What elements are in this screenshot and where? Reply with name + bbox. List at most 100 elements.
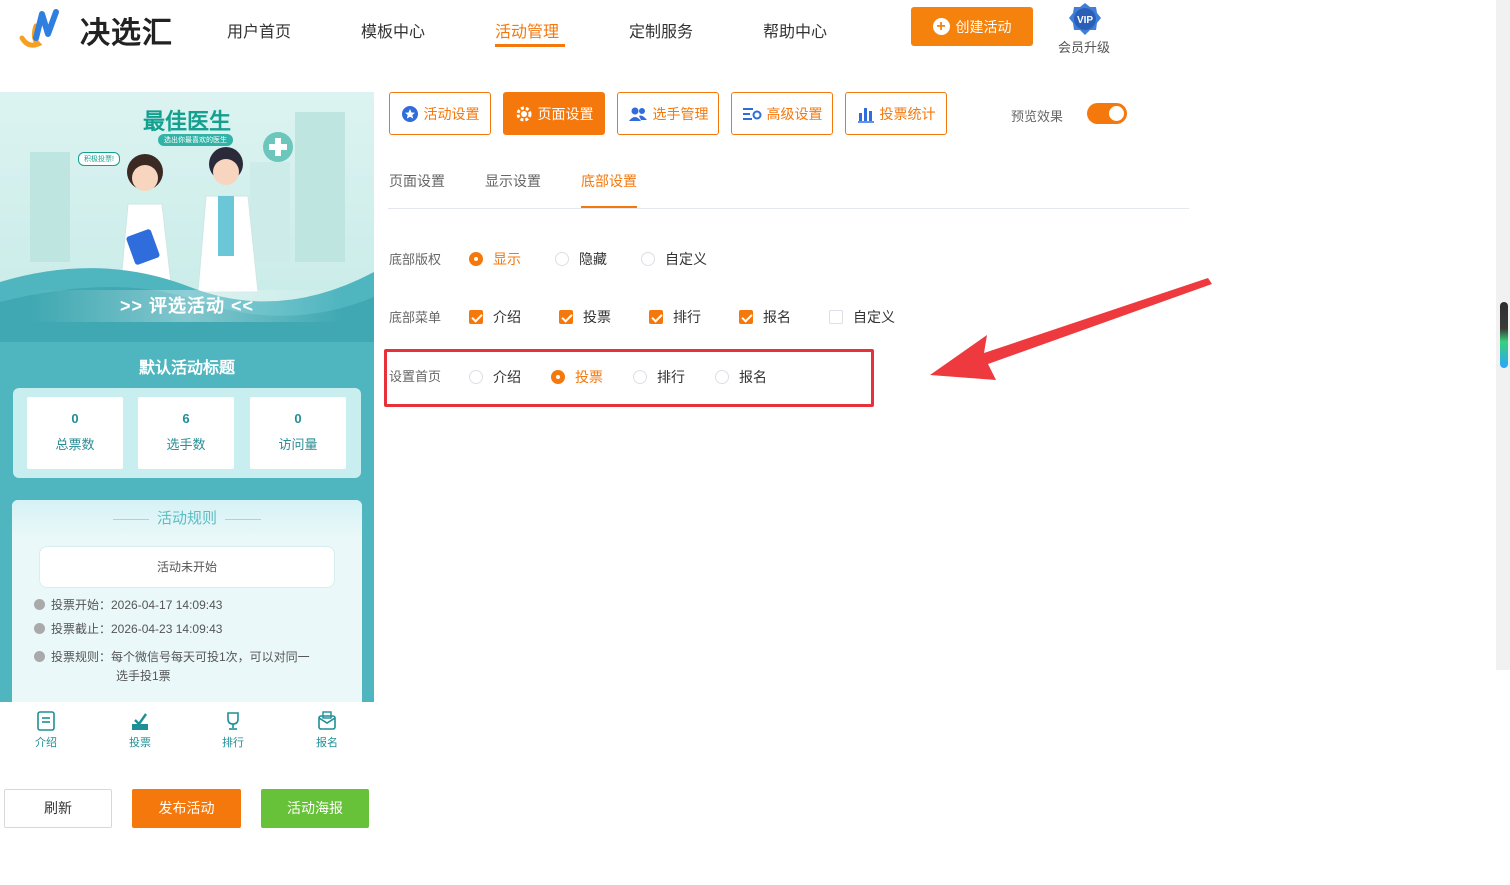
vote-statistics-label: 投票统计 xyxy=(879,105,936,122)
info-icon xyxy=(34,651,45,662)
tab-ranking-label: 排行 xyxy=(222,737,244,749)
copyright-option-show[interactable]: 显示 xyxy=(469,249,521,269)
copyright-option-custom[interactable]: 自定义 xyxy=(641,249,707,269)
logo-icon xyxy=(19,9,59,48)
create-activity-label: 创建活动 xyxy=(955,18,1012,35)
footer-copyright-label: 底部版权 xyxy=(389,252,442,267)
vote-end-line: 投票截止：2026-04-23 14:09:43 xyxy=(34,620,222,639)
scrollbar-thumb[interactable] xyxy=(1500,302,1508,368)
subtab-divider xyxy=(388,208,1189,209)
nav-custom-service[interactable]: 定制服务 xyxy=(629,18,693,42)
stat-value: 0 xyxy=(294,411,302,426)
nav-user-home[interactable]: 用户首页 xyxy=(227,18,291,42)
vote-statistics-button[interactable]: 投票统计 xyxy=(845,92,947,135)
radio-unchecked[interactable] xyxy=(641,252,655,266)
vote-start-line: 投票开始：2026-04-17 14:09:43 xyxy=(34,596,222,615)
activity-status: 活动未开始 xyxy=(39,546,335,588)
activity-settings-button[interactable]: 活动设置 xyxy=(389,92,491,135)
document-icon xyxy=(37,711,55,731)
nav-active-indicator xyxy=(495,44,565,47)
vote-rule-text-1: 投票规则：每个微信号每天可投1次，可以对同一 xyxy=(51,650,310,664)
subtab-footer-settings[interactable]: 底部设置 xyxy=(581,171,637,191)
rules-title: 活动规则 xyxy=(156,510,217,527)
tab-vote[interactable]: 投票 xyxy=(110,710,170,750)
trophy-icon xyxy=(227,712,239,730)
gear-icon xyxy=(516,106,531,121)
radio-unchecked[interactable] xyxy=(555,252,569,266)
tab-ranking[interactable]: 排行 xyxy=(203,710,263,750)
annotation-highlight-box xyxy=(384,349,874,407)
stat-contestants: 6 选手数 xyxy=(138,397,234,469)
contestant-management-button[interactable]: 选手管理 xyxy=(617,92,719,135)
option-label: 排行 xyxy=(673,309,701,325)
footer-menu-label: 底部菜单 xyxy=(389,310,442,325)
activity-poster-button[interactable]: 活动海报 xyxy=(261,789,369,828)
vote-rule-line: 投票规则：每个微信号每天可投1次，可以对同一 xyxy=(34,648,310,667)
option-label: 介绍 xyxy=(493,309,521,325)
stat-label: 选手数 xyxy=(166,437,206,452)
vote-start-text: 投票开始：2026-04-17 14:09:43 xyxy=(51,598,223,612)
preview-tabbar: 介绍 投票 排行 报名 xyxy=(0,702,374,764)
option-label: 自定义 xyxy=(853,309,895,325)
clock-icon xyxy=(34,623,45,634)
users-icon xyxy=(628,107,647,121)
rules-panel: 活动规则 活动未开始 投票开始：2026-04-17 14:09:43 投票截止… xyxy=(12,500,362,702)
option-label: 显示 xyxy=(493,251,521,267)
tab-signup[interactable]: 报名 xyxy=(297,710,357,750)
page-settings-button[interactable]: 页面设置 xyxy=(503,92,605,135)
tab-intro[interactable]: 介绍 xyxy=(16,710,76,750)
subtab-display-settings[interactable]: 显示设置 xyxy=(485,171,541,191)
sliders-icon xyxy=(742,107,761,120)
checkbox-checked[interactable] xyxy=(739,310,753,324)
preview-effect-toggle[interactable] xyxy=(1087,103,1127,124)
stat-value: 6 xyxy=(182,411,190,426)
menu-option-ranking[interactable]: 排行 xyxy=(649,307,701,327)
tab-signup-label: 报名 xyxy=(316,737,338,749)
page-settings-label: 页面设置 xyxy=(537,105,594,122)
menu-option-custom[interactable]: 自定义 xyxy=(829,307,895,327)
advanced-settings-button[interactable]: 高级设置 xyxy=(731,92,833,135)
stat-label: 访问量 xyxy=(278,437,318,452)
tab-intro-label: 介绍 xyxy=(35,737,57,749)
plus-icon: + xyxy=(932,18,950,35)
banner-subtitle: 选出你最喜欢的医生 xyxy=(158,134,233,146)
vip-icon[interactable]: VIP xyxy=(1068,2,1102,36)
stat-total-votes: 0 总票数 xyxy=(27,397,123,469)
option-label: 自定义 xyxy=(665,251,707,267)
subtab-active-indicator xyxy=(581,206,637,208)
refresh-button[interactable]: 刷新 xyxy=(4,789,112,828)
tab-vote-label: 投票 xyxy=(129,737,151,749)
clock-icon xyxy=(34,599,45,610)
menu-option-signup[interactable]: 报名 xyxy=(739,307,791,327)
copyright-option-hide[interactable]: 隐藏 xyxy=(555,249,607,269)
banner-bubble: 积极投票! xyxy=(78,152,120,166)
banner-strip: >> 评选活动 << xyxy=(30,290,344,322)
banner-title: 最佳医生 xyxy=(143,109,232,134)
vote-icon xyxy=(132,713,148,730)
star-icon xyxy=(401,105,418,122)
advanced-settings-label: 高级设置 xyxy=(766,105,823,122)
stat-label: 总票数 xyxy=(55,437,95,452)
nav-help-center[interactable]: 帮助中心 xyxy=(763,18,827,42)
vip-badge-text: VIP xyxy=(1077,15,1093,26)
preview-effect-label: 预览效果 xyxy=(1011,109,1064,124)
menu-option-intro[interactable]: 介绍 xyxy=(469,307,521,327)
vip-upgrade-label[interactable]: 会员升级 xyxy=(1058,37,1110,56)
nav-template-center[interactable]: 模板中心 xyxy=(361,18,425,42)
option-label: 投票 xyxy=(583,309,611,325)
radio-checked[interactable] xyxy=(469,252,483,266)
publish-activity-button[interactable]: 发布活动 xyxy=(132,789,241,828)
vote-end-text: 投票截止：2026-04-23 14:09:43 xyxy=(51,622,223,636)
menu-option-vote[interactable]: 投票 xyxy=(559,307,611,327)
bar-chart-icon xyxy=(857,107,874,123)
create-activity-button[interactable]: + 创建活动 xyxy=(911,7,1033,46)
nav-activity-management[interactable]: 活动管理 xyxy=(495,18,559,42)
vote-rule-text-2: 选手投1票 xyxy=(116,669,171,683)
logo-text: 决选汇 xyxy=(80,17,173,50)
checkbox-unchecked[interactable] xyxy=(829,310,843,324)
checkbox-checked[interactable] xyxy=(559,310,573,324)
subtab-page-settings[interactable]: 页面设置 xyxy=(389,171,445,191)
checkbox-checked[interactable] xyxy=(649,310,663,324)
annotation-arrow-icon xyxy=(930,278,1212,380)
checkbox-checked[interactable] xyxy=(469,310,483,324)
